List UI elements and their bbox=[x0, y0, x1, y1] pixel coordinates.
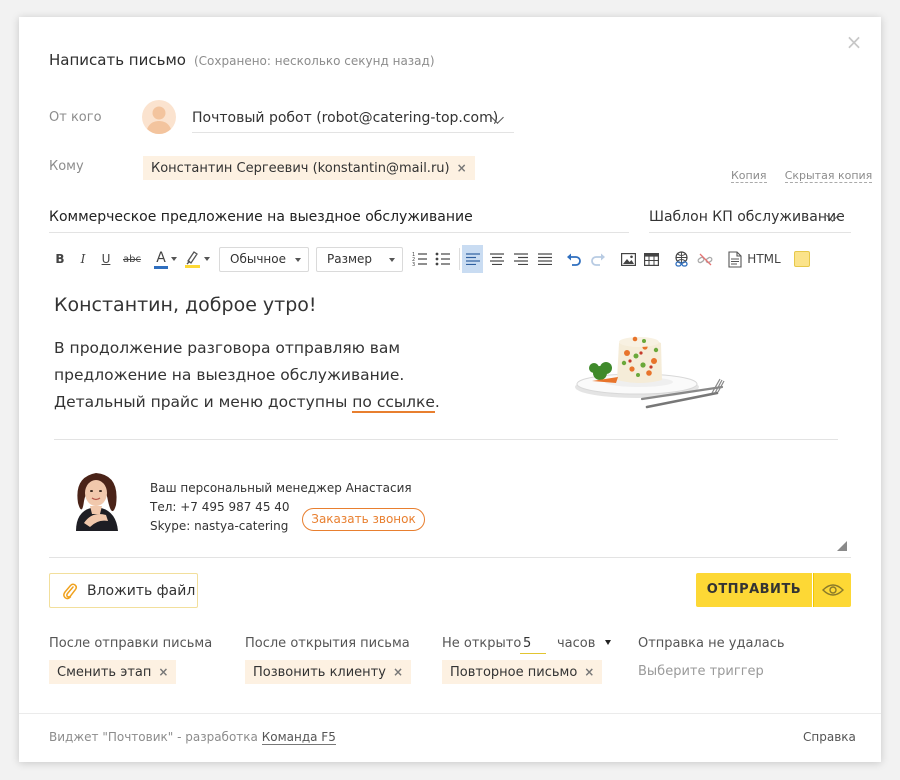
italic-button[interactable]: I bbox=[74, 245, 92, 273]
html-label: HTML bbox=[747, 252, 781, 266]
sender-avatar-icon bbox=[142, 100, 176, 134]
highlighter-icon bbox=[185, 251, 200, 268]
from-label: От кого bbox=[49, 110, 102, 125]
remove-trigger-icon[interactable]: × bbox=[584, 665, 594, 679]
message-paragraph[interactable]: В продолжение разговора отправляю вам пр… bbox=[54, 335, 454, 416]
insert-table-icon[interactable] bbox=[640, 245, 662, 273]
preview-button[interactable] bbox=[813, 573, 851, 607]
font-color-button[interactable]: A bbox=[151, 245, 179, 273]
format-select[interactable]: Обычное bbox=[219, 247, 309, 272]
bcc-link[interactable]: Скрытая копия bbox=[784, 169, 873, 183]
remove-trigger-icon[interactable]: × bbox=[393, 665, 403, 679]
align-justify-icon[interactable] bbox=[534, 245, 555, 273]
redo-icon[interactable] bbox=[587, 245, 609, 273]
remove-recipient-icon[interactable]: × bbox=[457, 161, 467, 175]
message-line-3: Детальный прайс и меню доступны по ссылк… bbox=[54, 393, 440, 413]
recipient-field[interactable]: Константин Сергеевич (konstantin@mail.ru… bbox=[143, 156, 475, 180]
html-source-button[interactable]: HTML bbox=[725, 245, 783, 273]
insert-link-icon[interactable] bbox=[670, 245, 692, 273]
trigger-value: Позвонить клиенту bbox=[253, 664, 386, 680]
ordered-list-icon[interactable]: 123 bbox=[409, 245, 431, 273]
resize-handle-icon[interactable] bbox=[837, 541, 847, 551]
insert-image-icon[interactable] bbox=[617, 245, 639, 273]
size-select-value: Размер bbox=[327, 252, 373, 266]
highlight-color-button[interactable] bbox=[182, 245, 212, 273]
cc-link[interactable]: Копия bbox=[731, 169, 767, 183]
to-label: Кому bbox=[49, 159, 84, 174]
align-left-icon[interactable] bbox=[462, 245, 483, 273]
trigger-tag: Повторное письмо × bbox=[442, 660, 603, 684]
footer-credits: Виджет "Почтовик" - разработка Команда F… bbox=[49, 730, 336, 745]
trigger-send-failed-select[interactable]: Выберите триггер bbox=[638, 664, 764, 679]
signature-divider bbox=[54, 439, 838, 440]
svg-text:3: 3 bbox=[412, 262, 415, 267]
price-link[interactable]: по ссылке bbox=[352, 393, 435, 413]
send-button[interactable]: ОТПРАВИТЬ bbox=[696, 573, 812, 607]
trigger-header-after-send: После отправки письма bbox=[49, 636, 213, 651]
trigger-value: Повторное письмо bbox=[450, 664, 578, 680]
attach-file-label: Вложить файл bbox=[87, 582, 196, 599]
editor-toolbar: B I U abc A Обычное Размер 1 2 3 HTML bbox=[49, 245, 849, 275]
help-link[interactable]: Справка bbox=[803, 730, 856, 744]
remove-link-icon[interactable] bbox=[694, 245, 716, 273]
bullet-list-icon[interactable] bbox=[432, 245, 454, 273]
underline-button[interactable]: U bbox=[97, 245, 115, 273]
footer-prefix: Виджет "Почтовик" - разработка bbox=[49, 730, 258, 744]
manager-photo bbox=[62, 465, 130, 531]
recipient-tag: Константин Сергеевич (konstantin@mail.ru… bbox=[143, 156, 475, 180]
paperclip-icon bbox=[63, 582, 78, 599]
format-select-value: Обычное bbox=[230, 252, 286, 266]
size-select[interactable]: Размер bbox=[316, 247, 403, 272]
source-code-icon bbox=[728, 250, 742, 268]
footer-divider bbox=[19, 713, 881, 714]
template-select[interactable]: Шаблон КП обслуживание bbox=[649, 200, 851, 233]
signature-line-1: Ваш персональный менеджер Анастасия bbox=[150, 481, 412, 495]
hours-unit-select[interactable]: часов bbox=[557, 636, 611, 651]
subject-input[interactable]: Коммерческое предложение на выездное обс… bbox=[49, 200, 629, 233]
hours-unit-value: часов bbox=[557, 636, 596, 651]
eye-icon bbox=[821, 584, 844, 596]
remove-trigger-icon[interactable]: × bbox=[158, 665, 168, 679]
template-value: Шаблон КП обслуживание bbox=[649, 209, 845, 225]
recipient-name: Константин Сергеевич (konstantin@mail.ru… bbox=[151, 160, 450, 176]
bold-button[interactable]: B bbox=[51, 245, 69, 273]
hours-input[interactable]: 5 bbox=[520, 636, 546, 654]
trigger-header-not-opened: Не открыто bbox=[442, 636, 522, 651]
sender-select[interactable]: Почтовый робот (robot@catering-top.com) bbox=[192, 99, 514, 133]
trigger-header-after-open: После открытия письма bbox=[245, 636, 410, 651]
team-link[interactable]: Команда F5 bbox=[261, 730, 336, 745]
undo-icon[interactable] bbox=[563, 245, 585, 273]
trigger-header-send-failed: Отправка не удалась bbox=[638, 636, 785, 651]
order-call-button[interactable]: Заказать звонок bbox=[302, 508, 425, 531]
message-line-1: В продолжение разговора отправляю вам bbox=[54, 339, 401, 357]
align-center-icon[interactable] bbox=[486, 245, 507, 273]
message-line-2: предложение на выездное обслуживание. bbox=[54, 366, 405, 384]
trigger-after-send[interactable]: Сменить этап × bbox=[49, 660, 177, 684]
strikethrough-button[interactable]: abc bbox=[119, 245, 145, 273]
dialog-title: Написать письмо bbox=[49, 51, 186, 69]
trigger-after-open[interactable]: Позвонить клиенту × bbox=[245, 660, 412, 684]
trigger-tag: Сменить этап × bbox=[49, 660, 177, 684]
compose-dialog: × Написать письмо (Сохранено: несколько … bbox=[19, 17, 881, 762]
sticky-note-icon[interactable] bbox=[791, 245, 813, 273]
dish-image bbox=[572, 323, 727, 413]
caret-down-icon bbox=[295, 258, 301, 262]
editor-bottom-border bbox=[49, 557, 851, 558]
trigger-not-opened[interactable]: Повторное письмо × bbox=[442, 660, 603, 684]
caret-down-icon bbox=[604, 640, 611, 645]
caret-down-icon bbox=[389, 258, 395, 262]
trigger-tag: Позвонить клиенту × bbox=[245, 660, 412, 684]
trigger-value: Сменить этап bbox=[57, 664, 152, 680]
attach-file-button[interactable]: Вложить файл bbox=[49, 573, 198, 608]
sender-value: Почтовый робот (robot@catering-top.com) bbox=[192, 110, 499, 126]
toolbar-divider bbox=[459, 248, 460, 270]
close-icon[interactable]: × bbox=[845, 32, 863, 52]
cc-links: Копия Скрытая копия bbox=[731, 164, 873, 183]
saved-status: (Сохранено: несколько секунд назад) bbox=[194, 54, 435, 68]
align-right-icon[interactable] bbox=[510, 245, 531, 273]
message-greeting[interactable]: Константин, доброе утро! bbox=[54, 294, 317, 316]
font-color-letter: A bbox=[156, 250, 166, 266]
